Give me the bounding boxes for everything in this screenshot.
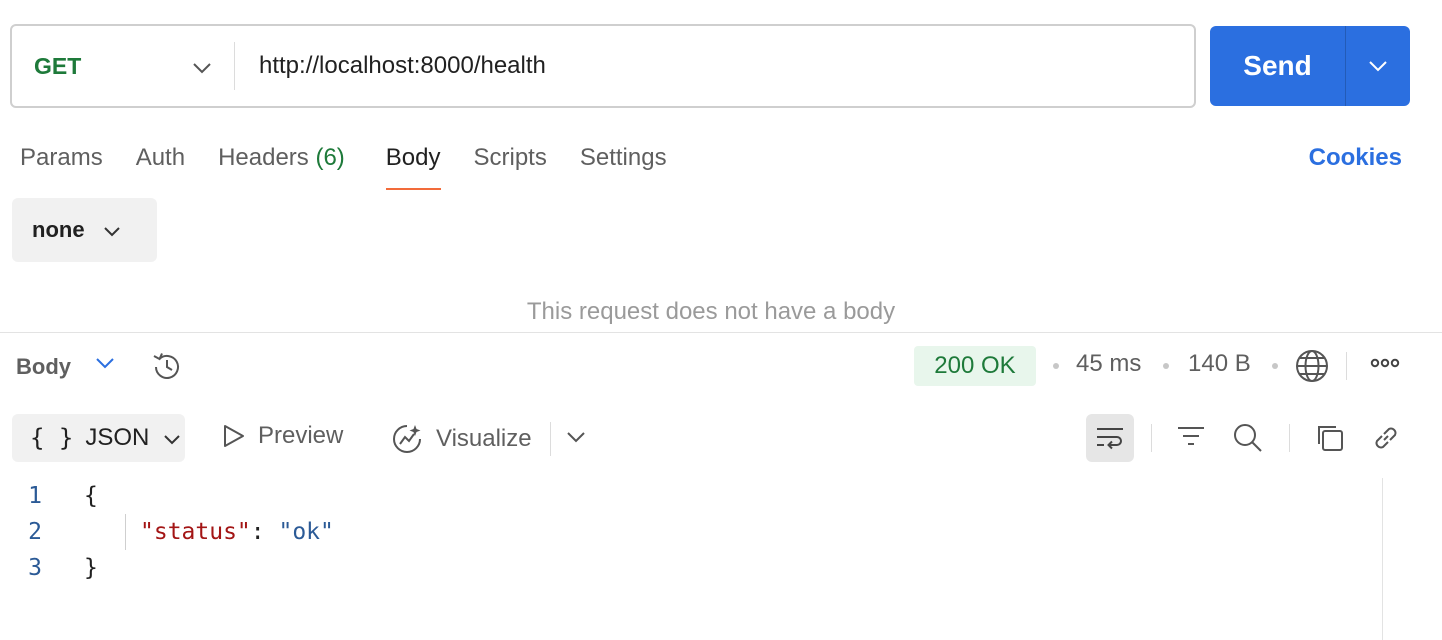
chevron-down-icon (103, 217, 121, 243)
json-value: "ok" (278, 519, 334, 545)
request-tabs: Params Auth Headers (6) Body Scripts Set… (20, 140, 700, 190)
editor-scrollbar-track[interactable] (1382, 478, 1383, 640)
tab-scripts[interactable]: Scripts (474, 140, 547, 190)
send-button[interactable]: Send (1210, 26, 1345, 106)
divider (1289, 424, 1290, 452)
tab-headers[interactable]: Headers (6) (218, 140, 345, 190)
history-icon[interactable] (150, 350, 184, 389)
code-text: } (84, 555, 98, 581)
method-label: GET (34, 52, 82, 79)
status-badge: 200 OK (914, 346, 1036, 386)
divider (1346, 352, 1347, 380)
response-time[interactable]: 45 ms (1076, 350, 1141, 378)
headers-count: (6) (315, 144, 345, 171)
link-icon[interactable] (1370, 422, 1402, 459)
play-icon (224, 425, 244, 447)
tab-body[interactable]: Body (385, 140, 441, 190)
line-number: 1 (28, 483, 42, 509)
send-options-button[interactable] (1346, 26, 1410, 106)
line-number: 3 (28, 555, 42, 581)
chevron-down-icon[interactable] (95, 356, 115, 374)
visualize-button[interactable]: Visualize (390, 422, 532, 456)
json-key: "status" (140, 519, 251, 545)
wrap-lines-icon (1097, 428, 1123, 450)
divider (550, 422, 551, 456)
body-mode-select[interactable]: none (12, 198, 157, 262)
pane-divider[interactable] (0, 332, 1442, 333)
divider (1151, 424, 1152, 452)
code-line: 1 { (0, 478, 1380, 514)
more-options-icon[interactable] (1370, 356, 1400, 374)
response-format-toolbar: { } JSON Preview Visualize (0, 410, 1442, 466)
cookies-link[interactable]: Cookies (1309, 144, 1402, 172)
method-select[interactable]: GET (12, 26, 234, 106)
response-body-label[interactable]: Body (16, 354, 71, 380)
chevron-down-icon (1369, 61, 1387, 72)
json-separator: : (250, 519, 279, 545)
braces-icon: { } (30, 424, 74, 452)
code-text: { (84, 483, 98, 509)
send-button-group: Send (1210, 26, 1410, 106)
chevron-down-icon (163, 424, 181, 452)
chevron-down-icon[interactable] (566, 430, 586, 448)
line-number: 2 (28, 519, 42, 545)
code-line: 3 } (0, 550, 1380, 586)
indent-guide (125, 514, 126, 550)
format-select[interactable]: { } JSON (12, 414, 185, 462)
search-icon[interactable] (1232, 422, 1264, 459)
body-mode-label: none (32, 217, 85, 242)
preview-button[interactable]: Preview (222, 422, 343, 450)
separator-dot (1053, 363, 1059, 369)
empty-body-message: This request does not have a body (526, 298, 896, 325)
code-line: 2 "status" : "ok" (0, 514, 1380, 550)
wrap-lines-button[interactable] (1086, 414, 1134, 462)
response-code-viewer[interactable]: 1 { 2 "status" : "ok" 3 } (0, 478, 1380, 586)
globe-icon[interactable] (1295, 349, 1329, 388)
tab-params[interactable]: Params (20, 140, 103, 190)
tab-auth[interactable]: Auth (136, 140, 185, 190)
response-size[interactable]: 140 B (1188, 350, 1251, 378)
tab-settings[interactable]: Settings (580, 140, 667, 190)
chevron-down-icon (192, 53, 212, 80)
url-input[interactable]: http://localhost:8000/health (235, 52, 546, 80)
separator-dot (1163, 363, 1169, 369)
response-header: Body 200 OK 45 ms 140 B (0, 334, 1442, 400)
separator-dot (1272, 363, 1278, 369)
request-url-bar: GET http://localhost:8000/health (10, 24, 1196, 108)
filter-icon[interactable] (1176, 422, 1206, 457)
copy-icon[interactable] (1314, 422, 1346, 459)
format-label: JSON (85, 424, 150, 451)
visualize-icon (393, 425, 421, 453)
